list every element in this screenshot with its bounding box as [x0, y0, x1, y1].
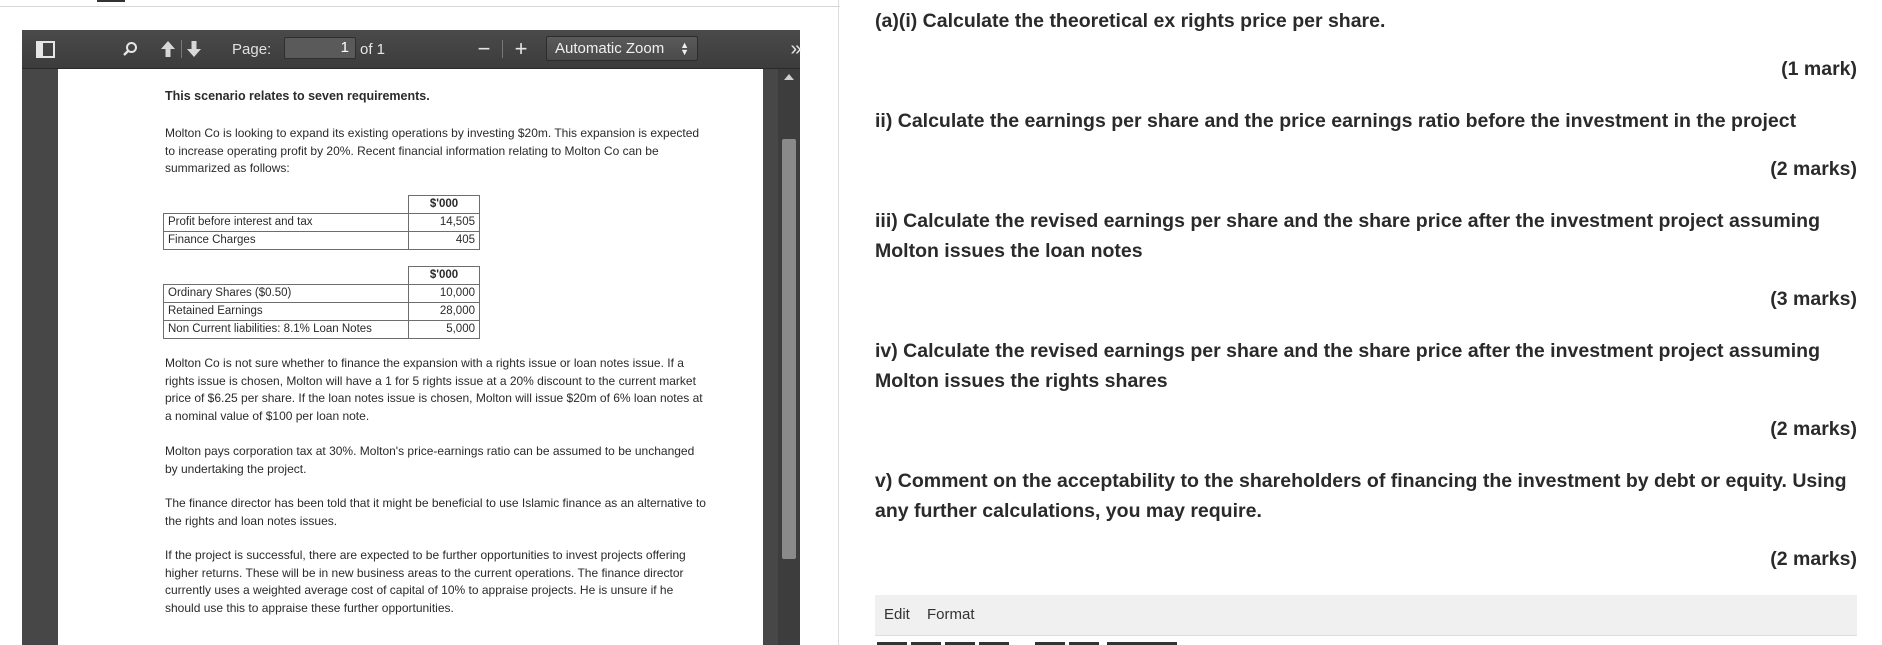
search-icon	[123, 42, 137, 56]
menu-edit[interactable]: Edit	[884, 606, 910, 623]
table-cell-label: Finance Charges	[163, 231, 409, 250]
pdf-page: This scenario relates to seven requireme…	[58, 69, 763, 645]
scenario-intro: Molton Co is looking to expand its exist…	[165, 126, 700, 176]
panel-divider	[838, 0, 839, 645]
question-a-v: v) Comment on the acceptability to the s…	[875, 470, 1847, 522]
pdf-viewer: Page: 1 of 1 − + Automatic Zoom ▲ ▼ » Thi…	[0, 0, 840, 645]
table-row: Non Current liabilities: 8.1% Loan Notes…	[163, 320, 480, 339]
table-cell-value: 28,000	[408, 302, 480, 321]
table-cell-label: Ordinary Shares ($0.50)	[163, 284, 409, 303]
question-a-iii-marks: (3 marks)	[1770, 288, 1857, 310]
question-a-ii: ii) Calculate the earnings per share and…	[875, 110, 1797, 132]
answer-editor-menubar: Edit Format	[875, 595, 1857, 636]
table-row: Profit before interest and tax 14,505	[163, 213, 480, 232]
previous-page-button[interactable]	[155, 30, 181, 68]
table-cell-label: Non Current liabilities: 8.1% Loan Notes	[163, 320, 409, 339]
tax-paragraph: Molton pays corporation tax at 30%. Molt…	[165, 444, 695, 476]
question-a-ii-marks: (2 marks)	[1770, 158, 1857, 180]
pdf-toolbar: Page: 1 of 1 − + Automatic Zoom ▲ ▼ »	[22, 30, 802, 69]
table-header: $'000	[408, 266, 480, 285]
table-row: Finance Charges 405	[163, 231, 480, 250]
viewer-top-strip	[0, 0, 840, 7]
arrow-down-icon	[187, 41, 201, 57]
page-scrollbar[interactable]	[778, 69, 800, 645]
toolbar-separator	[502, 40, 503, 58]
finance-options-paragraph: Molton Co is not sure whether to finance…	[165, 356, 703, 423]
question-a-iii: iii) Calculate the revised earnings per …	[875, 210, 1820, 262]
table-row: Retained Earnings 28,000	[163, 302, 480, 321]
question-a-i-marks: (1 mark)	[1781, 58, 1857, 80]
question-panel: (a)(i) Calculate the theoretical ex righ…	[840, 0, 1882, 645]
table-header: $'000	[408, 195, 480, 214]
chevron-double-right-icon: »	[790, 37, 802, 60]
page-label: Page:	[232, 40, 272, 58]
scroll-up-arrow-icon[interactable]	[784, 74, 794, 80]
profit-table: $'000 Profit before interest and tax 14,…	[163, 195, 480, 250]
future-opportunities-paragraph: If the project is successful, there are …	[165, 548, 686, 615]
islamic-finance-paragraph: The finance director has been told that …	[165, 496, 706, 528]
select-arrows-icon: ▲ ▼	[680, 40, 689, 57]
table-cell-label: Retained Earnings	[163, 302, 409, 321]
zoom-out-button[interactable]: −	[472, 30, 496, 68]
zoom-select-value: Automatic Zoom	[555, 40, 665, 57]
question-a-v-marks: (2 marks)	[1770, 548, 1857, 570]
table-cell-value: 10,000	[408, 284, 480, 303]
question-a-iv: iv) Calculate the revised earnings per s…	[875, 340, 1820, 392]
zoom-in-button[interactable]: +	[509, 30, 533, 68]
arrow-up-icon	[161, 41, 175, 57]
find-button[interactable]	[118, 30, 142, 68]
page-count: of 1	[360, 40, 386, 58]
question-a-iv-marks: (2 marks)	[1770, 418, 1857, 440]
table-cell-value: 405	[408, 231, 480, 250]
menu-format[interactable]: Format	[927, 606, 975, 623]
page-number-input[interactable]: 1	[284, 37, 356, 59]
zoom-select[interactable]: Automatic Zoom ▲ ▼	[546, 36, 698, 61]
next-page-button[interactable]	[181, 30, 207, 68]
table-cell-value: 5,000	[408, 320, 480, 339]
table-cell-label: Profit before interest and tax	[163, 213, 409, 232]
capital-table: $'000 Ordinary Shares ($0.50) 10,000 Ret…	[163, 266, 480, 339]
sidebar-toggle-icon	[35, 40, 55, 58]
scenario-heading: This scenario relates to seven requireme…	[165, 89, 430, 103]
table-cell-value: 14,505	[408, 213, 480, 232]
table-row: Ordinary Shares ($0.50) 10,000	[163, 284, 480, 303]
scrollbar-thumb[interactable]	[782, 139, 796, 559]
sidebar-toggle-button[interactable]	[32, 30, 58, 68]
tools-menu-button[interactable]: »	[782, 30, 810, 68]
pdf-page-container[interactable]: This scenario relates to seven requireme…	[22, 69, 800, 645]
question-a-i: (a)(i) Calculate the theoretical ex righ…	[875, 10, 1386, 32]
